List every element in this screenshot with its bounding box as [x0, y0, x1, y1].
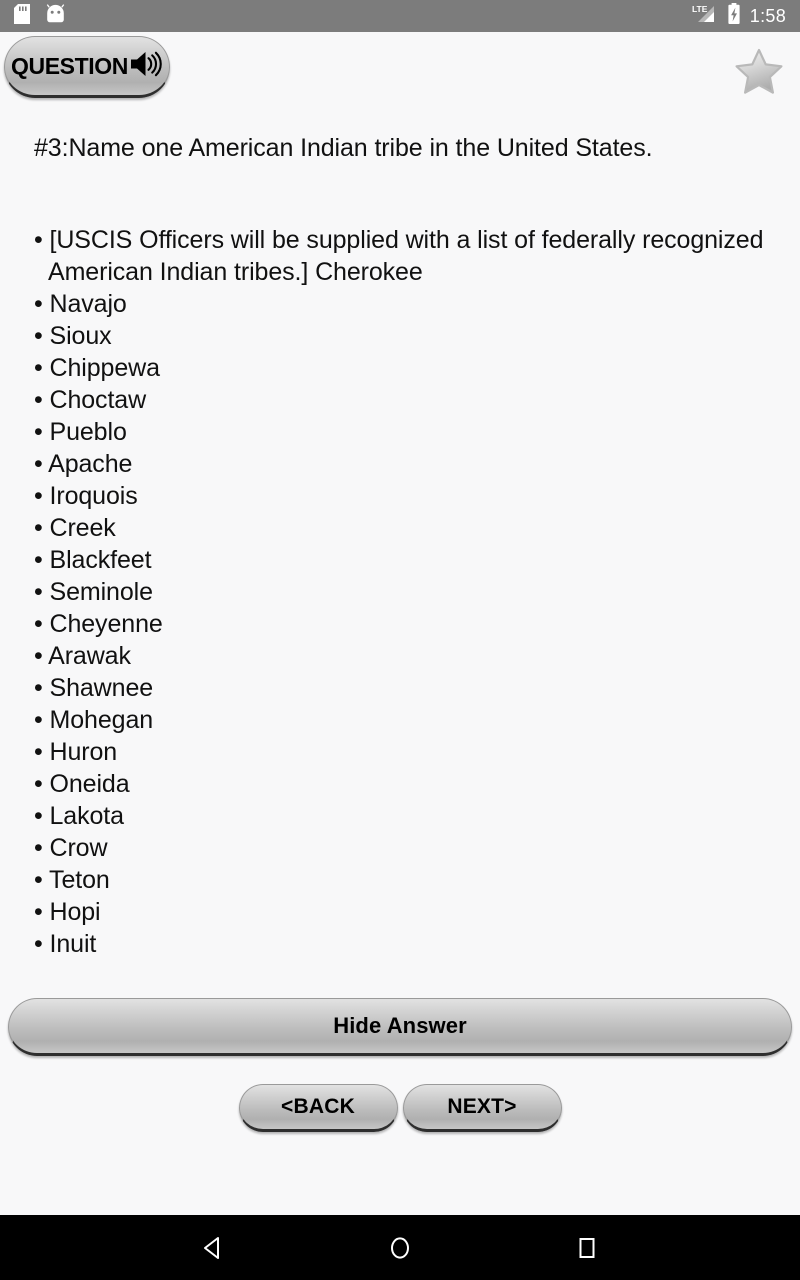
favorite-star-button[interactable] — [732, 45, 786, 99]
question-text: #3:Name one American Indian tribe in the… — [34, 134, 653, 162]
status-bar-right-icons: LTE 1:58 — [692, 2, 786, 30]
answer-line: • Pueblo — [34, 418, 127, 446]
circle-home-icon[interactable] — [370, 1225, 430, 1271]
sd-card-icon — [14, 3, 30, 29]
answer-line: • Huron — [34, 738, 118, 766]
answer-line: • Oneida — [34, 770, 130, 798]
back-button[interactable]: <BACK — [238, 1084, 398, 1132]
answer-line: • Arawak — [34, 642, 131, 670]
app-screen: LTE 1:58 QUESTION #3:Name one American I… — [0, 0, 800, 1280]
status-bar-clock: 1:58 — [749, 5, 786, 26]
answer-line: • Creek — [34, 514, 116, 542]
status-bar-left-icons — [14, 3, 65, 29]
back-button-label: <BACK — [281, 1095, 355, 1118]
answer-line: • Blackfeet — [34, 546, 152, 574]
next-button[interactable]: NEXT> — [402, 1084, 562, 1132]
question-answer-panel: #3:Name one American Indian tribe in the… — [0, 104, 800, 984]
answer-line: • Lakota — [34, 802, 124, 830]
top-action-bar: QUESTION — [0, 32, 800, 104]
lte-signal-icon: LTE — [692, 3, 718, 30]
answer-line: • Hopi — [34, 898, 101, 926]
answer-line: • Sioux — [34, 322, 112, 350]
question-navigation-row: <BACK NEXT> — [0, 1084, 800, 1132]
answer-line: • Mohegan — [34, 706, 154, 734]
hide-answer-button[interactable]: Hide Answer — [8, 998, 792, 1056]
android-head-icon — [46, 3, 65, 29]
answer-line: • Iroquois — [34, 482, 138, 510]
next-button-label: NEXT> — [447, 1095, 517, 1118]
battery-charging-icon — [727, 2, 741, 30]
answer-line: • Cheyenne — [34, 610, 163, 638]
question-button-label: QUESTION — [11, 52, 128, 79]
hide-answer-label: Hide Answer — [333, 1013, 467, 1038]
answer-line: • Navajo — [34, 290, 127, 318]
speaker-volume-icon — [129, 49, 165, 84]
android-navigation-bar — [0, 1215, 800, 1280]
answer-line: • Apache — [34, 450, 133, 478]
answer-line: • Teton — [34, 866, 110, 894]
answer-line: • Inuit — [34, 930, 97, 958]
answer-line: • [USCIS Officers will be supplied with … — [34, 226, 764, 286]
answer-line: • Seminole — [34, 578, 153, 606]
answer-line: • Crow — [34, 834, 108, 862]
square-recents-icon[interactable] — [557, 1225, 617, 1271]
answer-list: • [USCIS Officers will be supplied with … — [34, 224, 766, 960]
question-speak-button[interactable]: QUESTION — [4, 36, 170, 98]
answer-line: • Shawnee — [34, 674, 154, 702]
triangle-back-icon[interactable] — [183, 1225, 243, 1271]
answer-line: • Chippewa — [34, 354, 160, 382]
answer-line: • Choctaw — [34, 386, 147, 414]
svg-text:LTE: LTE — [692, 4, 708, 14]
status-bar: LTE 1:58 — [0, 0, 800, 32]
